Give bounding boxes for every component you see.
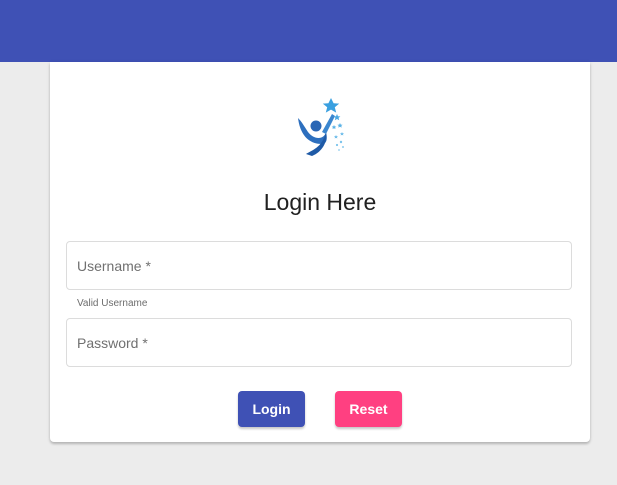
page-title: Login Here xyxy=(263,189,377,215)
password-input[interactable] xyxy=(67,319,571,366)
username-field[interactable] xyxy=(66,241,572,290)
login-card: Login Here Valid Username Login Reset xyxy=(50,62,590,442)
username-hint: Valid Username xyxy=(77,298,148,309)
password-field[interactable] xyxy=(66,318,572,367)
reset-button[interactable]: Reset xyxy=(335,391,402,427)
top-app-bar xyxy=(0,0,617,62)
person-stars-logo-icon xyxy=(298,98,344,156)
username-input[interactable] xyxy=(67,242,571,289)
login-button[interactable]: Login xyxy=(238,391,305,427)
